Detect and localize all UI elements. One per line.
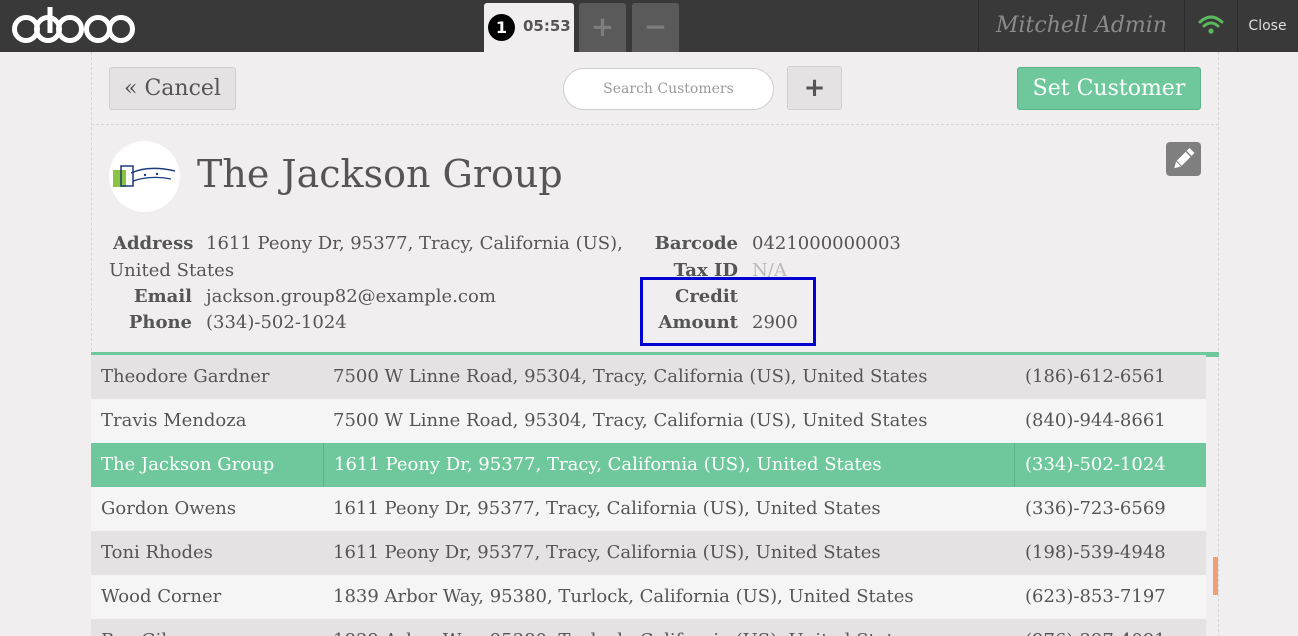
customer-address-cell: 1611 Peony Dr, 95377, Tracy, California …: [333, 498, 881, 519]
set-customer-button[interactable]: Set Customer: [1017, 67, 1201, 110]
table-row[interactable]: Travis Mendoza 7500 W Linne Road, 95304,…: [91, 399, 1206, 443]
table-row[interactable]: Roy Gibson 1839 Arbor Way, 95380, Turloc…: [91, 619, 1206, 636]
customer-name-cell: The Jackson Group: [101, 454, 275, 475]
customer-phone-cell: (334)-502-1024: [1025, 454, 1166, 475]
customer-avatar: [109, 141, 180, 212]
address-value-line2: United States: [109, 260, 235, 281]
customer-phone-cell: (186)-612-6561: [1025, 366, 1166, 387]
customer-name: The Jackson Group: [197, 152, 563, 196]
search-customers-input[interactable]: [563, 68, 774, 110]
top-bar: 1 05:53 + − Mitchell Admin Close: [0, 0, 1298, 52]
customer-list: Theodore Gardner 7500 W Linne Road, 9530…: [91, 355, 1206, 636]
customer-phone-cell: (336)-723-6569: [1025, 498, 1166, 519]
edit-customer-button[interactable]: [1166, 142, 1201, 176]
customer-name-cell: Theodore Gardner: [101, 366, 270, 387]
delete-order-button[interactable]: −: [632, 3, 679, 52]
customer-phone-cell: (198)-539-4948: [1025, 542, 1166, 563]
add-customer-button[interactable]: +: [787, 66, 842, 110]
new-order-button[interactable]: +: [579, 3, 626, 52]
customer-name-cell: Travis Mendoza: [101, 410, 247, 431]
customer-address-cell: 7500 W Linne Road, 95304, Tracy, Califor…: [333, 366, 928, 387]
customer-address-cell: 1839 Arbor Way, 95380, Turlock, Californ…: [333, 586, 914, 607]
scrollbar-thumb[interactable]: [1213, 557, 1218, 595]
email-label: Email: [133, 286, 192, 307]
odoo-logo: [12, 7, 135, 43]
email-value: jackson.group82@example.com: [206, 286, 496, 307]
customer-name-cell: Toni Rhodes: [101, 542, 213, 563]
credit-amount-highlight: [640, 277, 816, 346]
table-row[interactable]: Theodore Gardner 7500 W Linne Road, 9530…: [91, 355, 1206, 399]
cancel-button[interactable]: « Cancel: [109, 67, 236, 110]
customer-name-cell: Wood Corner: [101, 586, 222, 607]
customer-address-cell: 1839 Arbor Way, 95380, Turlock, Californ…: [323, 619, 1015, 636]
close-button[interactable]: Close: [1237, 0, 1298, 52]
order-time: 05:53: [523, 17, 571, 35]
table-row-selected[interactable]: The Jackson Group 1611 Peony Dr, 95377, …: [91, 443, 1206, 487]
phone-value: (334)-502-1024: [206, 312, 347, 333]
company-logo-icon: [113, 165, 176, 187]
pencil-icon: [1174, 148, 1195, 169]
customer-address-cell: 1611 Peony Dr, 95377, Tracy, California …: [323, 443, 1015, 487]
address-value: 1611 Peony Dr, 95377, Tracy, California …: [206, 233, 623, 254]
table-row[interactable]: Toni Rhodes 1611 Peony Dr, 95377, Tracy,…: [91, 531, 1206, 575]
barcode-value: 0421000000003: [752, 233, 901, 254]
wifi-icon: [1184, 0, 1237, 52]
divider: [91, 124, 1219, 125]
customer-phone-cell: (623)-853-7197: [1025, 586, 1166, 607]
customer-name-cell: Gordon Owens: [101, 498, 237, 519]
table-row[interactable]: Gordon Owens 1611 Peony Dr, 95377, Tracy…: [91, 487, 1206, 531]
customer-phone-cell: (976)-397-4091: [1015, 619, 1206, 636]
order-tab[interactable]: 1 05:53: [484, 3, 574, 52]
customer-address-cell: 1611 Peony Dr, 95377, Tracy, California …: [333, 542, 881, 563]
customer-address-cell: 7500 W Linne Road, 95304, Tracy, Califor…: [333, 410, 928, 431]
table-row[interactable]: Wood Corner 1839 Arbor Way, 95380, Turlo…: [91, 575, 1206, 619]
barcode-label: Barcode: [654, 233, 738, 254]
phone-label: Phone: [128, 312, 192, 333]
customer-name-cell: Roy Gibson: [91, 619, 323, 636]
customer-phone-cell: (840)-944-8661: [1025, 410, 1166, 431]
order-number: 1: [488, 14, 515, 41]
user-name[interactable]: Mitchell Admin: [979, 0, 1184, 52]
address-label: Address: [113, 233, 194, 254]
